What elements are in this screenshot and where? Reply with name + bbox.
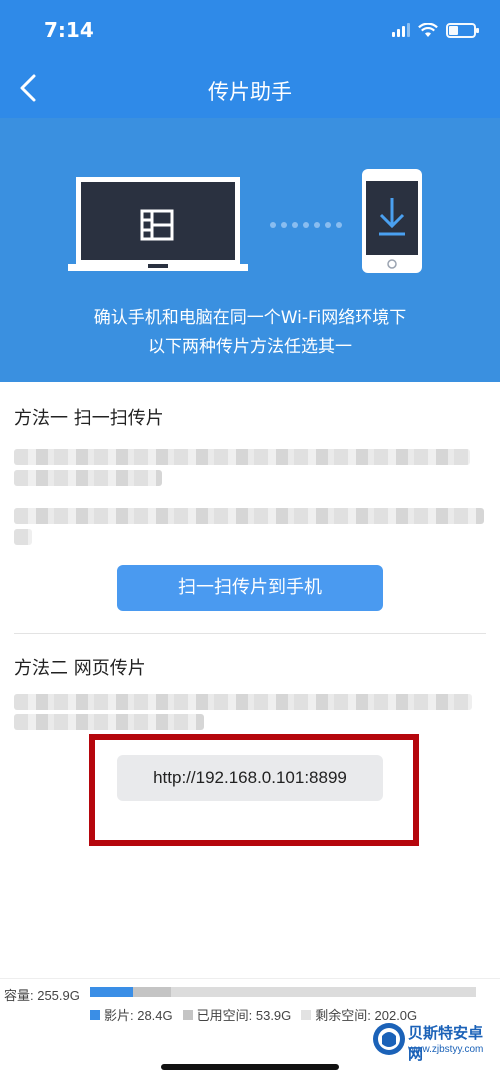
web-transfer-url[interactable]: http://192.168.0.101:8899 bbox=[117, 755, 383, 801]
method-two-title: 方法二 网页传片 bbox=[14, 658, 146, 679]
legend-swatch-used bbox=[182, 1009, 193, 1020]
blurred-text bbox=[14, 508, 484, 524]
status-icons bbox=[392, 20, 479, 40]
blurred-text bbox=[14, 529, 32, 545]
storage-legend: 影片: 28.4G 已用空间: 53.9G 剩余空间: 202.0G bbox=[90, 1005, 417, 1024]
nav-bar: 传片助手 bbox=[0, 60, 500, 118]
legend-movies-label: 影片: 28.4G bbox=[104, 1008, 173, 1023]
blurred-text bbox=[14, 470, 162, 486]
wifi-icon bbox=[418, 22, 438, 37]
blurred-text bbox=[14, 694, 472, 710]
laptop-icon bbox=[68, 177, 248, 271]
phone-download-icon bbox=[362, 169, 422, 273]
watermark-logo bbox=[373, 1023, 405, 1055]
legend-swatch-free bbox=[301, 1009, 312, 1020]
legend-swatch-movies bbox=[90, 1009, 100, 1020]
hero-line-1: 确认手机和电脑在同一个Wi-Fi网络环境下 bbox=[93, 308, 407, 328]
storage-bar-used bbox=[132, 987, 172, 997]
hero-line-2: 以下两种传片方法任选其一 bbox=[148, 337, 352, 357]
watermark: 贝斯特安卓网 www.zjbstyy.com bbox=[372, 1018, 496, 1078]
page-title: 传片助手 bbox=[208, 80, 292, 104]
legend-used-label: 已用空间: 53.9G bbox=[196, 1008, 292, 1023]
signal-icon bbox=[392, 23, 410, 37]
scan-transfer-button[interactable]: 扫一扫传片到手机 bbox=[117, 565, 383, 611]
divider bbox=[14, 633, 486, 634]
connection-dots bbox=[270, 222, 342, 228]
hero-banner: 确认手机和电脑在同一个Wi-Fi网络环境下 以下两种传片方法任选其一 bbox=[0, 118, 500, 382]
home-indicator bbox=[161, 1064, 339, 1070]
hero-instructions: 确认手机和电脑在同一个Wi-Fi网络环境下 以下两种传片方法任选其一 bbox=[0, 304, 500, 362]
watermark-url: www.zjbstyy.com bbox=[408, 1044, 484, 1055]
method-one-title: 方法一 扫一扫传片 bbox=[14, 408, 164, 429]
status-bar: 7:14 bbox=[0, 0, 500, 60]
legend-used: 已用空间: 53.9G bbox=[182, 1005, 292, 1024]
storage-bar bbox=[90, 987, 476, 997]
battery-icon bbox=[446, 22, 479, 38]
capacity-label: 容量: 255.9G bbox=[4, 988, 80, 1003]
blurred-text bbox=[14, 449, 470, 465]
blurred-text bbox=[14, 714, 204, 730]
watermark-title: 贝斯特安卓网 bbox=[408, 1024, 484, 1063]
legend-movies: 影片: 28.4G bbox=[90, 1005, 173, 1024]
status-time: 7:14 bbox=[44, 18, 94, 42]
storage-bar-movies bbox=[90, 987, 133, 997]
